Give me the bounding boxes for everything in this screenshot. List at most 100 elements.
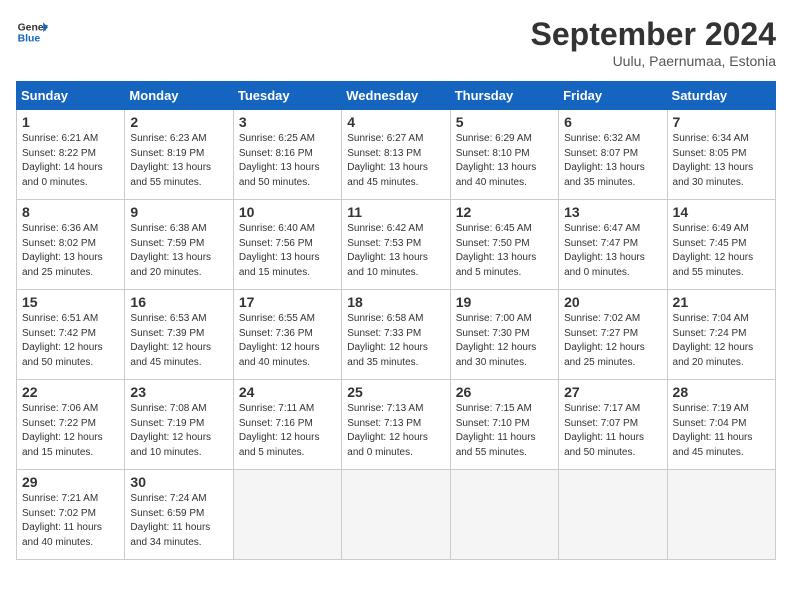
day-number: 8 [22, 204, 119, 220]
day-number: 25 [347, 384, 444, 400]
day-number: 29 [22, 474, 119, 490]
day-info: Sunrise: 6:32 AMSunset: 8:07 PMDaylight:… [564, 132, 661, 190]
day-number: 18 [347, 294, 444, 310]
calendar-cell: 1 Sunrise: 6:21 AMSunset: 8:22 PMDaylight… [17, 110, 125, 200]
day-info: Sunrise: 7:17 AMSunset: 7:07 PMDaylight:… [564, 402, 661, 460]
calendar-cell: 22 Sunrise: 7:06 AMSunset: 7:22 PMDayligh… [17, 380, 125, 470]
calendar-week-3: 15Sunrise: 6:51 AMSunset: 7:42 PMDayligh… [17, 290, 776, 380]
day-number: 23 [130, 384, 227, 400]
day-info: Sunrise: 6:47 AMSunset: 7:47 PMDaylight:… [564, 222, 661, 280]
calendar-cell: 25 Sunrise: 7:13 AMSunset: 7:13 PMDayligh… [342, 380, 450, 470]
day-info: Sunrise: 6:40 AMSunset: 7:56 PMDaylight:… [239, 222, 336, 280]
day-number: 30 [130, 474, 227, 490]
day-info: Sunrise: 6:51 AMSunset: 7:42 PMDaylight:… [22, 312, 119, 370]
day-number: 28 [673, 384, 770, 400]
calendar-cell: 10 Sunrise: 6:40 AMSunset: 7:56 PMDayligh… [233, 200, 341, 290]
day-number: 19 [456, 294, 553, 310]
calendar-cell: 7 Sunrise: 6:34 AMSunset: 8:05 PMDaylight… [667, 110, 775, 200]
calendar-cell [450, 470, 558, 560]
day-number: 12 [456, 204, 553, 220]
calendar-cell: 8 Sunrise: 6:36 AMSunset: 8:02 PMDaylight… [17, 200, 125, 290]
day-info: Sunrise: 6:21 AMSunset: 8:22 PMDaylight:… [22, 132, 119, 190]
day-info: Sunrise: 6:58 AMSunset: 7:33 PMDaylight:… [347, 312, 444, 370]
month-title: September 2024 [531, 16, 776, 53]
day-number: 6 [564, 114, 661, 130]
calendar-cell [233, 470, 341, 560]
calendar-cell: 23 Sunrise: 7:08 AMSunset: 7:19 PMDayligh… [125, 380, 233, 470]
day-number: 11 [347, 204, 444, 220]
calendar-cell: 14Sunrise: 6:49 AMSunset: 7:45 PMDayligh… [667, 200, 775, 290]
location-title: Uulu, Paernumaa, Estonia [531, 53, 776, 69]
weekday-saturday: Saturday [667, 82, 775, 110]
header-area: General Blue September 2024 Uulu, Paernu… [16, 16, 776, 69]
day-info: Sunrise: 6:45 AMSunset: 7:50 PMDaylight:… [456, 222, 553, 280]
day-info: Sunrise: 6:36 AMSunset: 8:02 PMDaylight:… [22, 222, 119, 280]
day-info: Sunrise: 7:24 AMSunset: 6:59 PMDaylight:… [130, 492, 227, 550]
calendar-cell: 21 Sunrise: 7:04 AMSunset: 7:24 PMDayligh… [667, 290, 775, 380]
day-info: Sunrise: 6:49 AMSunset: 7:45 PMDaylight:… [673, 222, 770, 280]
day-info: Sunrise: 6:55 AMSunset: 7:36 PMDaylight:… [239, 312, 336, 370]
calendar-table: SundayMondayTuesdayWednesdayThursdayFrid… [16, 81, 776, 560]
calendar-cell [342, 470, 450, 560]
day-info: Sunrise: 6:25 AMSunset: 8:16 PMDaylight:… [239, 132, 336, 190]
day-number: 17 [239, 294, 336, 310]
calendar-cell: 20 Sunrise: 7:02 AMSunset: 7:27 PMDayligh… [559, 290, 667, 380]
day-number: 9 [130, 204, 227, 220]
calendar-cell: 6 Sunrise: 6:32 AMSunset: 8:07 PMDaylight… [559, 110, 667, 200]
calendar-cell: 18 Sunrise: 6:58 AMSunset: 7:33 PMDayligh… [342, 290, 450, 380]
calendar-cell [559, 470, 667, 560]
day-info: Sunrise: 6:23 AMSunset: 8:19 PMDaylight:… [130, 132, 227, 190]
day-info: Sunrise: 7:04 AMSunset: 7:24 PMDaylight:… [673, 312, 770, 370]
day-info: Sunrise: 7:00 AMSunset: 7:30 PMDaylight:… [456, 312, 553, 370]
day-number: 26 [456, 384, 553, 400]
calendar-cell: 12 Sunrise: 6:45 AMSunset: 7:50 PMDayligh… [450, 200, 558, 290]
day-info: Sunrise: 7:21 AMSunset: 7:02 PMDaylight:… [22, 492, 119, 550]
calendar-week-5: 29 Sunrise: 7:21 AMSunset: 7:02 PMDayligh… [17, 470, 776, 560]
svg-text:Blue: Blue [18, 34, 41, 45]
day-info: Sunrise: 6:29 AMSunset: 8:10 PMDaylight:… [456, 132, 553, 190]
day-info: Sunrise: 7:06 AMSunset: 7:22 PMDaylight:… [22, 402, 119, 460]
day-number: 21 [673, 294, 770, 310]
calendar-cell: 27 Sunrise: 7:17 AMSunset: 7:07 PMDayligh… [559, 380, 667, 470]
day-info: Sunrise: 6:34 AMSunset: 8:05 PMDaylight:… [673, 132, 770, 190]
day-number: 2 [130, 114, 227, 130]
day-number: 7 [673, 114, 770, 130]
day-number: 20 [564, 294, 661, 310]
title-block: September 2024 Uulu, Paernumaa, Estonia [531, 16, 776, 69]
calendar-cell: 9 Sunrise: 6:38 AMSunset: 7:59 PMDaylight… [125, 200, 233, 290]
weekday-monday: Monday [125, 82, 233, 110]
calendar-cell [667, 470, 775, 560]
weekday-tuesday: Tuesday [233, 82, 341, 110]
day-info: Sunrise: 7:08 AMSunset: 7:19 PMDaylight:… [130, 402, 227, 460]
calendar-cell: 11 Sunrise: 6:42 AMSunset: 7:53 PMDayligh… [342, 200, 450, 290]
weekday-thursday: Thursday [450, 82, 558, 110]
calendar-cell: 15Sunrise: 6:51 AMSunset: 7:42 PMDayligh… [17, 290, 125, 380]
day-number: 13 [564, 204, 661, 220]
day-number: 22 [22, 384, 119, 400]
calendar-cell: 26 Sunrise: 7:15 AMSunset: 7:10 PMDayligh… [450, 380, 558, 470]
day-number: 27 [564, 384, 661, 400]
day-info: Sunrise: 7:19 AMSunset: 7:04 PMDaylight:… [673, 402, 770, 460]
calendar-cell: 4Sunrise: 6:27 AMSunset: 8:13 PMDaylight… [342, 110, 450, 200]
day-number: 5 [456, 114, 553, 130]
logo: General Blue [16, 16, 48, 48]
calendar-cell: 29 Sunrise: 7:21 AMSunset: 7:02 PMDayligh… [17, 470, 125, 560]
day-info: Sunrise: 7:13 AMSunset: 7:13 PMDaylight:… [347, 402, 444, 460]
day-info: Sunrise: 6:38 AMSunset: 7:59 PMDaylight:… [130, 222, 227, 280]
day-info: Sunrise: 6:53 AMSunset: 7:39 PMDaylight:… [130, 312, 227, 370]
day-info: Sunrise: 7:15 AMSunset: 7:10 PMDaylight:… [456, 402, 553, 460]
calendar-cell: 28 Sunrise: 7:19 AMSunset: 7:04 PMDayligh… [667, 380, 775, 470]
day-number: 1 [22, 114, 119, 130]
day-number: 4 [347, 114, 444, 130]
calendar-cell: 13 Sunrise: 6:47 AMSunset: 7:47 PMDayligh… [559, 200, 667, 290]
calendar-week-2: 8 Sunrise: 6:36 AMSunset: 8:02 PMDaylight… [17, 200, 776, 290]
day-info: Sunrise: 7:02 AMSunset: 7:27 PMDaylight:… [564, 312, 661, 370]
calendar-body: 1 Sunrise: 6:21 AMSunset: 8:22 PMDaylight… [17, 110, 776, 560]
day-info: Sunrise: 6:42 AMSunset: 7:53 PMDaylight:… [347, 222, 444, 280]
day-number: 3 [239, 114, 336, 130]
calendar-cell: 2 Sunrise: 6:23 AMSunset: 8:19 PMDaylight… [125, 110, 233, 200]
calendar-cell: 5 Sunrise: 6:29 AMSunset: 8:10 PMDaylight… [450, 110, 558, 200]
calendar-cell: 24Sunrise: 7:11 AMSunset: 7:16 PMDayligh… [233, 380, 341, 470]
day-number: 10 [239, 204, 336, 220]
weekday-header-row: SundayMondayTuesdayWednesdayThursdayFrid… [17, 82, 776, 110]
